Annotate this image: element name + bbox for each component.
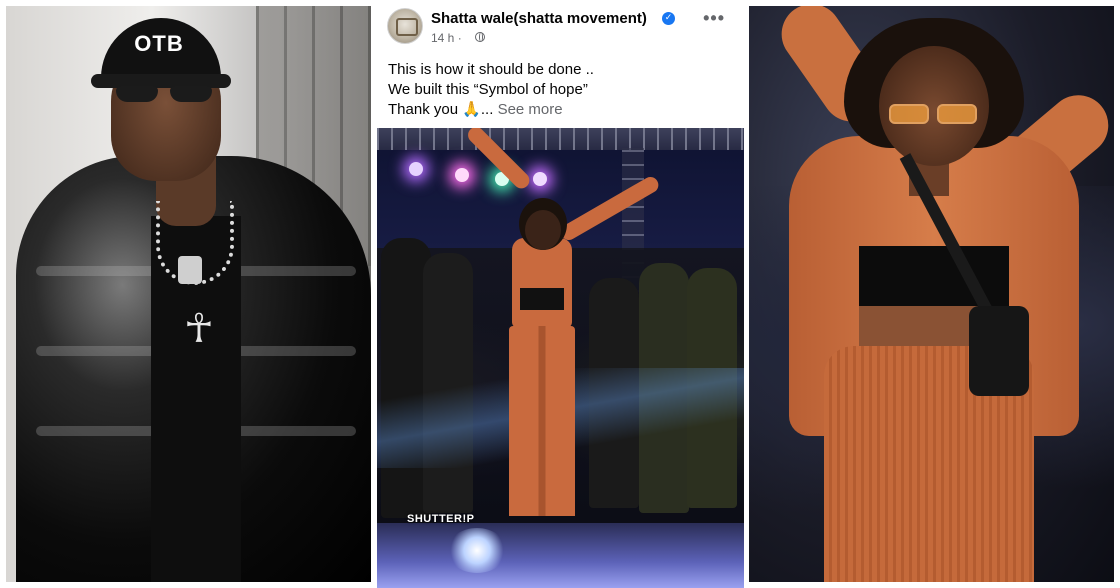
crossbody-bag: [969, 306, 1029, 396]
globe-icon: [475, 32, 485, 42]
shirt-graphic: ☥: [184, 306, 214, 352]
photo-watermark: SHUTTER!P: [407, 513, 475, 525]
caption-text: Thank you 🙏...: [388, 101, 494, 118]
stage-spotlight: [455, 168, 469, 182]
post-image-stage-performance[interactable]: SHUTTER!P: [377, 128, 744, 588]
more-options-icon[interactable]: •••: [703, 8, 725, 29]
dancer-top: [520, 288, 564, 310]
see-more-link[interactable]: See more: [498, 101, 563, 118]
right-photo-woman-orange-outfit: [749, 6, 1114, 582]
dancer-arm: [558, 174, 662, 243]
floor-light: [447, 528, 507, 573]
post-caption: This is how it should be done .. We buil…: [388, 60, 728, 120]
dancer-jacket: [512, 238, 572, 328]
left-photo-man-black-jacket: OTB ☥: [6, 6, 371, 582]
caption-line: Thank you 🙏... See more: [388, 100, 728, 120]
post-header: Shatta wale(shatta movement) ✓ 14 h · ••…: [387, 8, 737, 48]
stage-spotlight: [533, 172, 547, 186]
orange-sunglasses: [889, 104, 979, 126]
stage-spotlight: [409, 162, 423, 176]
post-timestamp[interactable]: 14 h ·: [431, 31, 462, 45]
caption-line: This is how it should be done ..: [388, 61, 594, 78]
dancer-head: [525, 210, 561, 250]
dancer-pants: [509, 326, 575, 516]
author-name[interactable]: Shatta wale(shatta movement): [431, 10, 647, 27]
stage-truss: [377, 128, 744, 150]
verified-badge-icon: ✓: [662, 12, 675, 25]
stage-floor: [377, 523, 744, 588]
social-post: Shatta wale(shatta movement) ✓ 14 h · ••…: [377, 0, 744, 588]
sunglasses: [116, 86, 216, 104]
pendant: [178, 256, 202, 284]
cap-logo-text: OTB: [134, 31, 184, 56]
page-avatar[interactable]: [387, 8, 423, 44]
caption-line: We built this “Symbol of hope”: [388, 81, 588, 98]
